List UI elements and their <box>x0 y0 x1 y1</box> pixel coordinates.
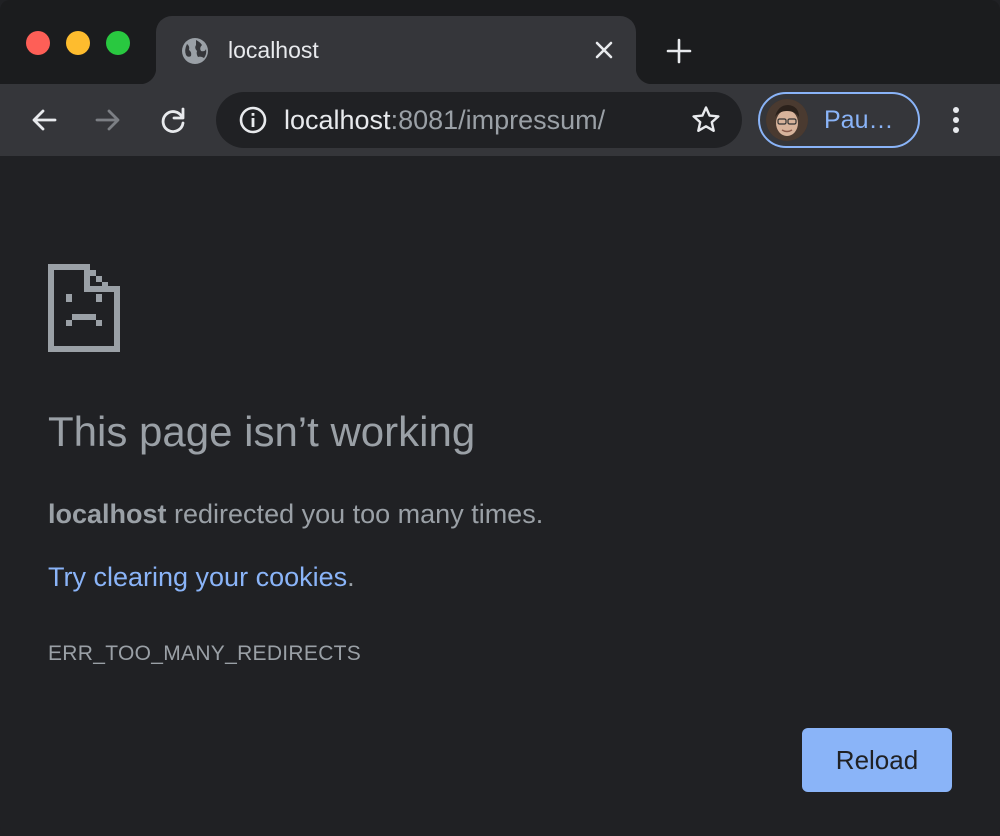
new-tab-plus-icon[interactable] <box>664 36 694 66</box>
close-window-button[interactable] <box>26 31 50 55</box>
avatar <box>766 99 808 141</box>
error-message: redirected you too many times. <box>166 499 544 529</box>
kebab-menu-icon[interactable] <box>942 104 970 136</box>
reload-button[interactable]: Reload <box>802 728 952 792</box>
tab-strip: localhost <box>0 0 1000 84</box>
url-text[interactable]: localhost:8081/impressum/ <box>284 105 605 135</box>
url-path: :8081/impressum/ <box>390 105 606 135</box>
reload-icon[interactable] <box>157 104 189 136</box>
zoom-window-button[interactable] <box>106 31 130 55</box>
toolbar: localhost:8081/impressum/ Pau… <box>0 84 1000 156</box>
tab-title: localhost <box>228 37 319 63</box>
star-icon[interactable] <box>690 104 722 136</box>
profile-name: Pau… <box>824 106 894 134</box>
close-icon[interactable] <box>590 36 618 64</box>
error-heading: This page isn’t working <box>48 408 476 455</box>
minimize-window-button[interactable] <box>66 31 90 55</box>
error-host: localhost <box>48 499 167 529</box>
arrow-right-icon[interactable] <box>92 104 124 136</box>
arrow-left-icon[interactable] <box>28 104 60 136</box>
error-code: ERR_TOO_MANY_REDIRECTS <box>48 642 362 665</box>
error-suggestion: Try clearing your cookies. <box>48 559 355 595</box>
address-bar[interactable]: localhost:8081/impressum/ <box>216 92 742 148</box>
info-icon[interactable] <box>238 105 268 135</box>
clear-cookies-link[interactable]: Try clearing your cookies <box>48 562 347 592</box>
globe-icon <box>182 38 208 64</box>
suggestion-suffix: . <box>347 562 355 592</box>
error-page: This page isn’t working localhost redire… <box>0 156 1000 836</box>
tab-localhost[interactable]: localhost <box>140 16 652 84</box>
error-description: localhost redirected you too many times. <box>48 496 543 532</box>
url-host: localhost <box>284 105 391 135</box>
sad-page-icon <box>48 264 120 352</box>
browser-window: localhost localhost:8081/impressum/ Pau…… <box>0 0 1000 836</box>
profile-button[interactable]: Pau… <box>758 92 920 148</box>
